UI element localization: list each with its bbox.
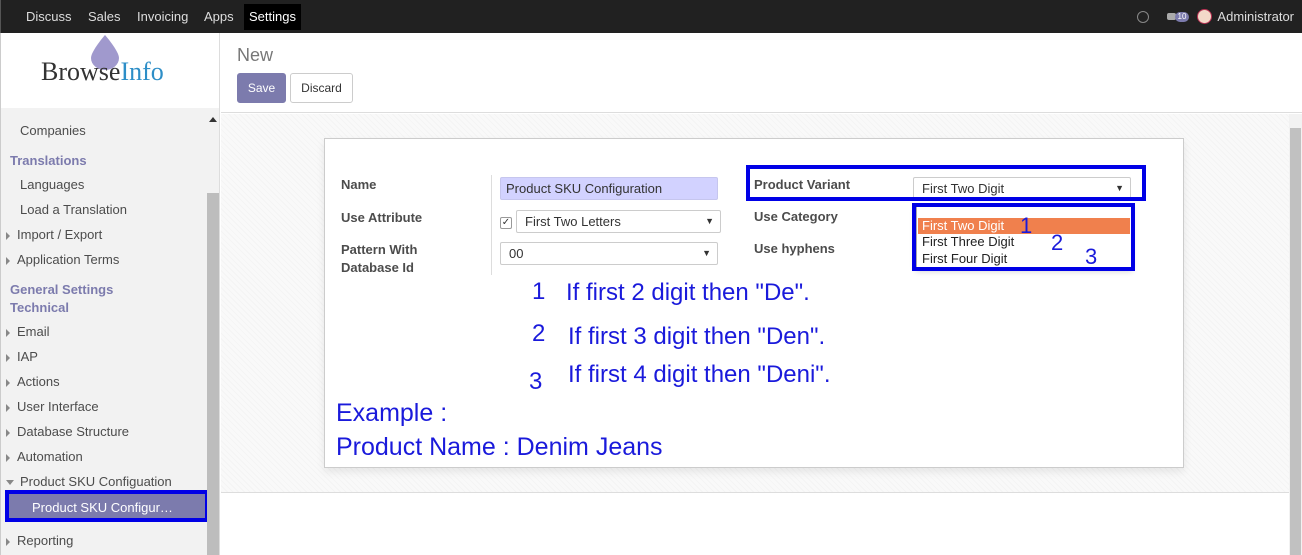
annotation-number-2: 2 <box>532 320 546 347</box>
name-divider <box>491 175 492 275</box>
logo-text-info: Info <box>120 57 164 86</box>
annotation-number-1: 1 <box>532 278 546 305</box>
scroll-up-arrow-icon[interactable] <box>209 117 217 122</box>
sidebar-item-load-translation[interactable]: Load a Translation <box>20 202 219 217</box>
sidebar-item-product-sku-configuration-selected[interactable]: Product SKU Configur… <box>5 490 209 522</box>
sidebar-item-import-export[interactable]: Import / Export <box>6 227 211 242</box>
sidebar-item-actions[interactable]: Actions <box>6 374 211 389</box>
form-bottom-area <box>221 492 1289 555</box>
annotation-example: Example : <box>336 399 448 427</box>
company-logo[interactable]: BrowseInfo <box>1 33 219 108</box>
menu-apps[interactable]: Apps <box>199 4 239 30</box>
use-category-label: Use Category <box>754 209 838 224</box>
use-attribute-checkbox[interactable]: ✓ <box>500 217 512 229</box>
use-hyphens-label: Use hyphens <box>754 241 835 256</box>
sidebar-item-application-terms[interactable]: Application Terms <box>6 252 211 267</box>
sidebar-section-technical[interactable]: Technical <box>10 300 215 315</box>
discard-button[interactable]: Discard <box>290 73 353 103</box>
sidebar-item-reporting[interactable]: Reporting <box>6 533 211 548</box>
annotation-line-1: If first 2 digit then "De". <box>566 279 810 306</box>
pattern-select[interactable]: 00 ▼ <box>500 242 718 265</box>
sidebar-item-companies[interactable]: Companies <box>20 123 219 138</box>
avatar[interactable] <box>1197 9 1213 24</box>
use-attribute-value: First Two Letters <box>525 214 621 229</box>
sidebar-section-general-settings[interactable]: General Settings <box>10 282 215 297</box>
sidebar-item-email[interactable]: Email <box>6 324 211 339</box>
sidebar-item-languages[interactable]: Languages <box>20 177 219 192</box>
sidebar-item-product-sku-configuation[interactable]: Product SKU Configuation <box>6 474 211 489</box>
annotation-dropdown-number-1: 1 <box>1020 213 1033 238</box>
pattern-label-line1: Pattern With <box>341 242 418 257</box>
menu-invoicing[interactable]: Invoicing <box>132 4 193 30</box>
sidebar-item-label: Product SKU Configur… <box>32 500 173 515</box>
pattern-label-line2: Database Id <box>341 260 414 275</box>
sidebar-item-database-structure[interactable]: Database Structure <box>6 424 211 439</box>
sidebar-item-automation[interactable]: Automation <box>6 449 211 464</box>
chevron-down-icon: ▼ <box>702 248 711 258</box>
menu-discuss[interactable]: Discuss <box>21 4 77 30</box>
name-label: Name <box>341 177 377 192</box>
chat-count-badge: 10 <box>1174 11 1190 22</box>
annotation-line-3: If first 4 digit then "Deni". <box>568 361 831 388</box>
menu-settings[interactable]: Settings <box>244 4 301 30</box>
main-scrollbar-thumb[interactable] <box>1290 128 1301 555</box>
annotation-number-3: 3 <box>529 368 543 395</box>
save-button[interactable]: Save <box>237 73 286 103</box>
annotation-product-name: Product Name : Denim Jeans <box>336 433 663 461</box>
chevron-down-icon: ▼ <box>705 216 714 226</box>
use-attribute-label: Use Attribute <box>341 210 423 225</box>
chat-icon[interactable]: 10 <box>1166 11 1190 22</box>
sidebar-scrollbar-thumb[interactable] <box>207 193 219 555</box>
sidebar-item-iap[interactable]: IAP <box>6 349 211 364</box>
clock-icon[interactable] <box>1136 10 1149 23</box>
annotation-box-product-variant <box>746 165 1146 201</box>
sidebar: BrowseInfo Companies Translations Langua… <box>0 33 220 555</box>
pattern-value: 00 <box>509 246 524 261</box>
annotation-dropdown-number-3: 3 <box>1085 244 1098 269</box>
menu-sales[interactable]: Sales <box>83 4 126 30</box>
breadcrumb: New <box>237 45 274 65</box>
control-panel: New Save Discard <box>221 33 1302 113</box>
use-attribute-select[interactable]: First Two Letters ▼ <box>516 210 721 233</box>
annotation-line-2: If first 3 digit then "Den". <box>568 323 826 350</box>
sidebar-section-translations[interactable]: Translations <box>10 153 215 168</box>
user-name[interactable]: Administrator <box>1217 9 1294 24</box>
systray: 10 Administrator <box>1136 0 1294 33</box>
logo-text-browse: Browse <box>41 57 121 86</box>
annotation-dropdown-number-2: 2 <box>1051 230 1064 255</box>
top-navbar: Discuss Sales Invoicing Apps Settings 10… <box>0 0 1302 33</box>
name-field[interactable]: Product SKU Configuration <box>500 177 718 200</box>
sidebar-item-user-interface[interactable]: User Interface <box>6 399 211 414</box>
